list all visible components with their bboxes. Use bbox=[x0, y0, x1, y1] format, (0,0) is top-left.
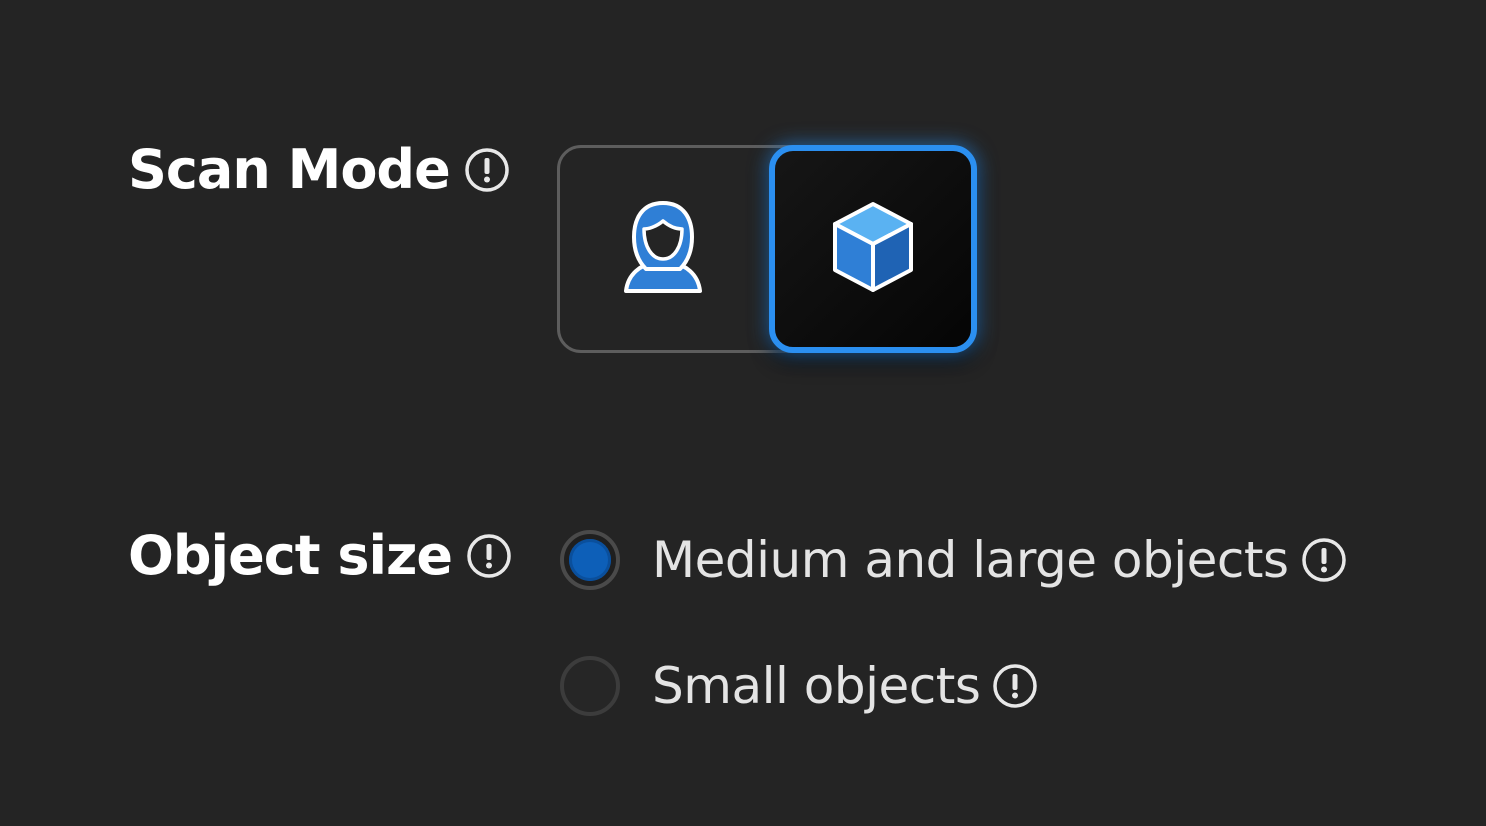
radio-medium-large-objects[interactable]: Medium and large objects bbox=[560, 530, 1347, 590]
object-mode-button[interactable] bbox=[769, 145, 977, 353]
radio-button-unchecked[interactable] bbox=[560, 656, 620, 716]
cube-icon bbox=[827, 198, 919, 300]
object-size-label-text: Object size bbox=[128, 524, 453, 587]
object-size-info-icon[interactable] bbox=[466, 533, 512, 579]
settings-panel: Scan Mode Object size Medium and large o… bbox=[0, 0, 1486, 826]
scan-mode-toggle bbox=[557, 145, 977, 353]
radio-small-objects[interactable]: Small objects bbox=[560, 656, 1038, 716]
scan-mode-label: Scan Mode bbox=[128, 138, 510, 201]
person-icon bbox=[618, 197, 708, 301]
scan-mode-label-text: Scan Mode bbox=[128, 138, 451, 201]
portrait-mode-button[interactable] bbox=[609, 195, 717, 303]
small-objects-info-icon[interactable] bbox=[992, 663, 1038, 709]
medium-large-info-icon[interactable] bbox=[1301, 537, 1347, 583]
radio-medium-large-label: Medium and large objects bbox=[652, 531, 1289, 589]
radio-button-checked[interactable] bbox=[560, 530, 620, 590]
radio-small-objects-label: Small objects bbox=[652, 657, 981, 715]
scan-mode-info-icon[interactable] bbox=[464, 147, 510, 193]
object-size-label: Object size bbox=[128, 524, 512, 587]
